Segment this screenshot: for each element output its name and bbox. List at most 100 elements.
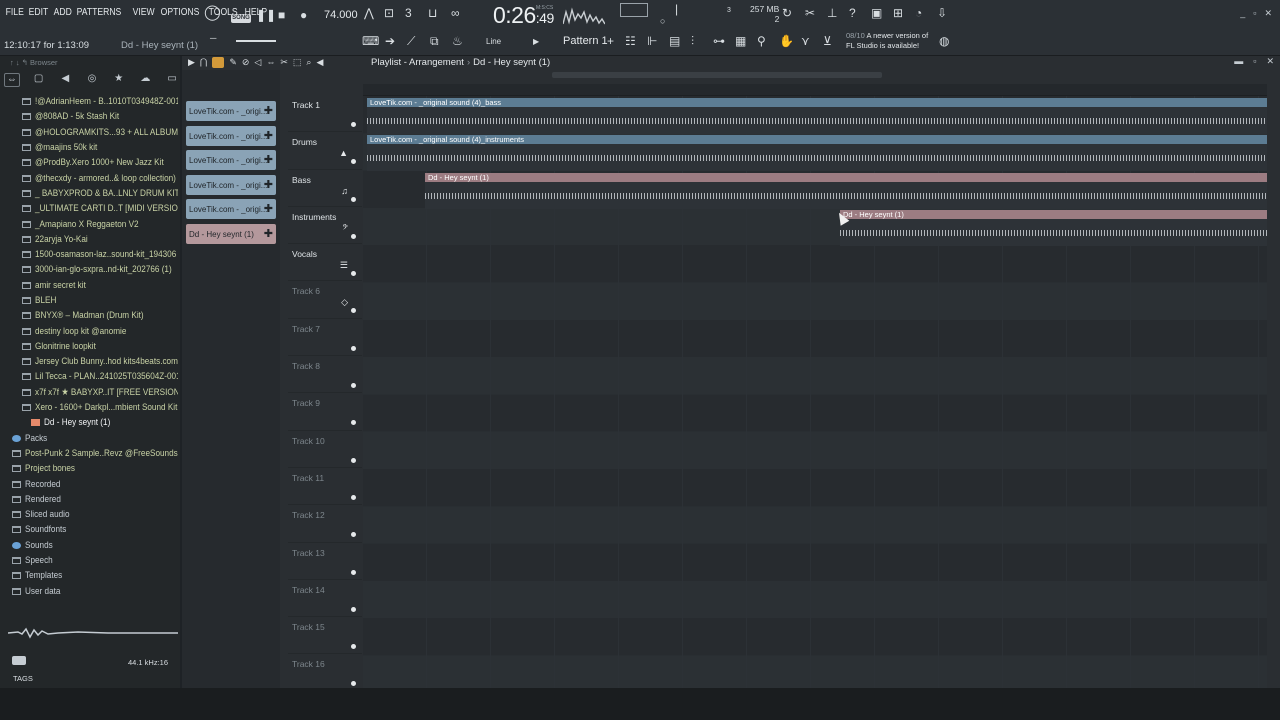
clip-options-icon[interactable]: ✚ <box>264 129 273 142</box>
tags-label[interactable]: TAGS <box>13 674 33 683</box>
master-volume-icon[interactable]: ─ <box>210 31 216 45</box>
plug-icon[interactable]: ⚲ <box>757 34 766 48</box>
globe-icon[interactable]: ◍ <box>939 34 949 48</box>
master-volume-slider[interactable] <box>236 40 276 42</box>
snap-mode-label[interactable]: Line <box>486 37 501 46</box>
delete-icon[interactable]: ⊘ <box>242 57 250 68</box>
track-header[interactable]: Track 15 <box>288 617 362 655</box>
track-mute-led[interactable] <box>351 159 356 165</box>
paint-icon[interactable]: ✎ <box>229 57 237 68</box>
audio-clip[interactable]: LoveTik.com - _original sound (4)_bass <box>367 98 1267 134</box>
restore-icon[interactable]: ▫ <box>1253 8 1256 19</box>
pl-maximize-icon[interactable]: ▫ <box>1253 56 1256 67</box>
audio-clip[interactable]: Dd - Hey seynt (1) <box>425 173 1267 209</box>
browser-folder-item[interactable]: User data <box>0 584 178 599</box>
minimize-icon[interactable]: _ <box>1240 8 1245 19</box>
audio-clip[interactable]: LoveTik.com - _original sound (4)_instru… <box>367 135 1267 171</box>
save-icon[interactable]: ▣ <box>871 6 882 20</box>
track-header[interactable]: Track 14 <box>288 580 362 618</box>
track-mute-led[interactable] <box>351 681 356 687</box>
tempo-display[interactable]: 74.000 <box>324 9 358 21</box>
browser-folder-item[interactable]: @thecxdy - armored..& loop collection) <box>0 170 178 185</box>
browser-folder-item[interactable]: Glonitrine loopkit <box>0 339 178 354</box>
pattern-selector[interactable]: Pattern 1 <box>563 35 608 47</box>
track-mute-led[interactable] <box>351 308 356 314</box>
plugin-db-icon[interactable]: ⊶ <box>713 34 725 48</box>
record-icon[interactable]: ● <box>300 8 307 22</box>
browser-folder-item[interactable]: Recorded <box>0 476 178 491</box>
arrangement-grid[interactable]: LoveTik.com - _original sound (4)_bass Lo… <box>363 96 1267 688</box>
track-header[interactable]: Track 7 <box>288 319 362 357</box>
track-header[interactable]: Track 11 <box>288 468 362 506</box>
clip-picker-item[interactable]: LoveTik.com - _origi... ✚ <box>186 125 276 146</box>
menu-item-file[interactable]: FILE <box>4 6 27 18</box>
browser-folder-item[interactable]: Speech <box>0 553 178 568</box>
pl-minimize-icon[interactable]: ▬ <box>1234 56 1243 67</box>
clip-picker-item[interactable]: LoveTik.com - _origi... ✚ <box>186 199 276 220</box>
select-icon[interactable]: ⬚ <box>293 57 302 68</box>
browser-folder-item[interactable]: !@AdrianHeem - B..1010T034948Z-001 <box>0 94 178 109</box>
stamp-icon[interactable]: ♨ <box>452 34 463 48</box>
bird-icon[interactable]: ⋎ <box>801 34 810 48</box>
news-panel[interactable]: 08/10 A newer version of FL Studio is ava… <box>846 31 928 51</box>
song-mode-badge[interactable]: SONG <box>231 14 251 23</box>
track-mute-led[interactable] <box>351 532 356 538</box>
menu-item-edit[interactable]: EDIT <box>27 6 52 18</box>
browser-folder-item[interactable]: Sliced audio <box>0 507 178 522</box>
browser-folder-item[interactable]: Post-Punk 2 Sample..Revz @FreeSounds1 <box>0 446 178 461</box>
loop-record-icon[interactable]: ∞ <box>451 6 460 20</box>
file-icon[interactable]: ▢ <box>31 73 47 87</box>
browser-folder-item[interactable]: Soundfonts <box>0 522 178 537</box>
audio-clip[interactable]: Dd - Hey seynt (1) <box>840 210 1267 246</box>
track-mute-led[interactable] <box>351 420 356 426</box>
track-header[interactable]: Track 1 <box>288 95 362 133</box>
star-icon[interactable]: ★ <box>111 73 127 87</box>
zoom-icon[interactable]: ⌕ <box>306 57 311 68</box>
track-mute-led[interactable] <box>351 122 356 127</box>
menu-item-options[interactable]: OPTIONS <box>159 6 203 18</box>
mixer-icon[interactable]: ⫶ <box>691 34 694 48</box>
browser-folder-item[interactable]: 3000-ian-glo-sxpra..nd-kit_202766 (1) <box>0 262 178 277</box>
pl-close-icon[interactable]: ✕ <box>1266 56 1274 67</box>
browser-folder-item[interactable]: Rendered <box>0 492 178 507</box>
draw-tool-icon[interactable] <box>212 57 225 68</box>
browser-folder-item[interactable]: Xero - 1600+ Darkpl...mbient Sound Kit <box>0 400 178 415</box>
track-header[interactable]: Drums ▲ <box>288 132 362 170</box>
track-header[interactable]: Vocals ☰ <box>288 244 362 282</box>
slice-icon[interactable]: ✂ <box>280 57 288 68</box>
clip-picker-item[interactable]: LoveTik.com - _origi... ✚ <box>186 150 276 171</box>
clip-picker-item[interactable]: LoveTik.com - _origi... ✚ <box>186 174 276 195</box>
piano-roll-icon[interactable]: ▤ <box>669 34 680 48</box>
browser-folder-item[interactable]: 22aryja Yo-Kai <box>0 232 178 247</box>
playback-icon[interactable]: ◀ <box>316 57 323 68</box>
pause-icon[interactable]: ❚❚ <box>256 8 276 22</box>
track-mute-led[interactable] <box>351 494 356 500</box>
clip-options-icon[interactable]: ✚ <box>264 202 273 215</box>
clip-options-icon[interactable]: ✚ <box>264 227 273 240</box>
track-header[interactable]: Track 12 <box>288 505 362 543</box>
browser-folder-item[interactable]: x7f x7f ★ BABYXP..IT [FREE VERSION] <box>0 385 178 400</box>
refresh-icon[interactable]: ↻ <box>782 6 792 20</box>
metronome-icon[interactable]: ⋀ <box>364 6 374 20</box>
browser-folder-item[interactable]: @808AD - 5k Stash Kit <box>0 109 178 124</box>
pattern-song-toggle-icon[interactable]: ◯ <box>204 5 221 20</box>
browser-folder-item[interactable]: _ULTIMATE CARTI D..T [MIDI VERSION] <box>0 201 178 216</box>
track-header[interactable]: Track 6 ◇ <box>288 281 362 319</box>
browser-folder-item[interactable]: destiny loop kit @anomie <box>0 323 178 338</box>
plugin-browse-icon[interactable]: ◎ <box>84 73 100 87</box>
keyboard-icon[interactable]: ⌨ <box>362 34 379 48</box>
magnet-icon[interactable]: ⋂ <box>200 57 207 68</box>
track-header[interactable]: Track 16 <box>288 654 362 692</box>
close-icon[interactable]: ✕ <box>1264 8 1272 19</box>
clip-options-icon[interactable]: ✚ <box>264 104 273 117</box>
browser-folder-item[interactable]: @ProdBy.Xero 1000+ New Jazz Kit <box>0 155 178 170</box>
add-pattern-icon[interactable]: + <box>607 34 614 48</box>
browser-folder-item[interactable]: Packs <box>0 431 178 446</box>
mute-icon[interactable]: ◁ <box>254 57 261 68</box>
timeline-ruler[interactable] <box>363 84 1267 96</box>
download-icon[interactable]: ⇩ <box>937 6 947 20</box>
countdown-icon[interactable]: 3 <box>405 6 412 20</box>
track-mute-led[interactable] <box>351 345 356 351</box>
clip-picker-item[interactable]: LoveTik.com - _origi... ✚ <box>186 101 276 121</box>
track-header[interactable]: Instruments 𝄢 <box>288 207 362 245</box>
